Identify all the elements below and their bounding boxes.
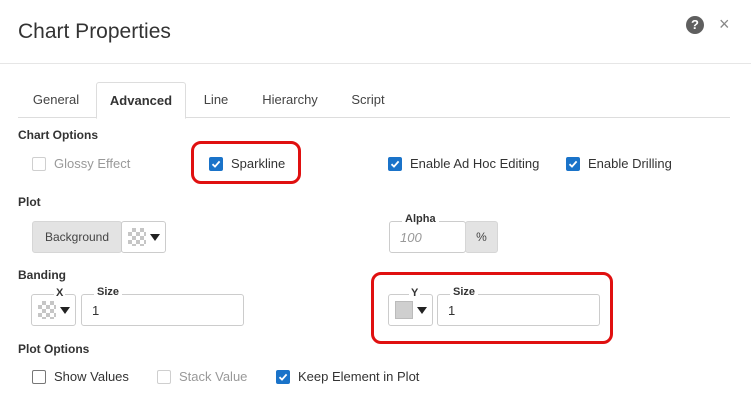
caret-down-icon <box>417 306 427 314</box>
banding-y-size-field[interactable]: Size 1 <box>437 286 600 326</box>
banding-y-size-label: Size <box>450 286 479 298</box>
stack-value-label: Stack Value <box>179 369 248 384</box>
plot-options-heading: Plot Options <box>18 342 90 356</box>
banding-y-label: Y <box>409 287 421 299</box>
dialog-header: Chart Properties ? × <box>0 0 751 64</box>
plot-heading: Plot <box>18 195 41 209</box>
caret-down-icon <box>60 306 70 314</box>
alpha-unit: % <box>465 221 498 253</box>
tab-line[interactable]: Line <box>192 82 240 118</box>
gray-swatch-icon <box>395 301 413 319</box>
banding-x-size-label: Size <box>94 286 123 298</box>
checkmark-icon <box>209 156 223 171</box>
tab-bar: General Advanced Line Hierarchy Script <box>18 82 730 119</box>
glossy-effect-checkbox[interactable]: Glossy Effect <box>32 156 130 171</box>
banding-x-size-value: 1 <box>92 303 100 318</box>
tab-script[interactable]: Script <box>338 82 398 118</box>
tab-advanced[interactable]: Advanced <box>96 82 186 119</box>
banding-x-label: X <box>54 287 66 299</box>
tab-general[interactable]: General <box>18 82 94 118</box>
chart-options-heading: Chart Options <box>18 128 98 142</box>
background-button[interactable]: Background <box>32 221 122 253</box>
checkbox-box <box>32 156 46 171</box>
close-icon[interactable]: × <box>719 14 730 34</box>
background-color-picker[interactable] <box>121 221 166 253</box>
banding-y-size-value: 1 <box>448 303 456 318</box>
sparkline-checkbox[interactable]: Sparkline <box>209 156 285 171</box>
glossy-effect-label: Glossy Effect <box>54 156 131 171</box>
keep-element-in-plot-label: Keep Element in Plot <box>298 369 420 384</box>
banding-x-size-field[interactable]: Size 1 <box>81 286 244 326</box>
keep-element-in-plot-checkbox[interactable]: Keep Element in Plot <box>276 369 419 384</box>
alpha-label: Alpha <box>402 213 439 225</box>
enable-drilling-label: Enable Drilling <box>588 156 672 171</box>
help-icon[interactable]: ? <box>686 16 704 34</box>
alpha-placeholder: 100 <box>400 230 422 245</box>
checkmark-icon <box>388 156 402 171</box>
dialog-title: Chart Properties <box>18 20 171 43</box>
checkmark-icon <box>566 156 580 171</box>
chart-properties-dialog: Chart Properties ? × General Advanced Li… <box>0 0 751 406</box>
tab-hierarchy[interactable]: Hierarchy <box>250 82 330 118</box>
transparent-swatch-icon <box>128 228 146 246</box>
stack-value-checkbox[interactable]: Stack Value <box>157 369 247 384</box>
checkbox-box <box>32 369 46 384</box>
enable-ad-hoc-editing-label: Enable Ad Hoc Editing <box>410 156 540 171</box>
enable-ad-hoc-editing-checkbox[interactable]: Enable Ad Hoc Editing <box>388 156 539 171</box>
show-values-label: Show Values <box>54 369 129 384</box>
checkmark-icon <box>276 369 290 384</box>
show-values-checkbox[interactable]: Show Values <box>32 369 129 384</box>
banding-heading: Banding <box>18 268 66 282</box>
checkbox-box <box>157 369 171 384</box>
caret-down-icon <box>150 233 160 241</box>
enable-drilling-checkbox[interactable]: Enable Drilling <box>566 156 672 171</box>
alpha-field[interactable]: Alpha 100 <box>389 213 466 253</box>
sparkline-label: Sparkline <box>231 156 286 171</box>
transparent-swatch-icon <box>38 301 56 319</box>
